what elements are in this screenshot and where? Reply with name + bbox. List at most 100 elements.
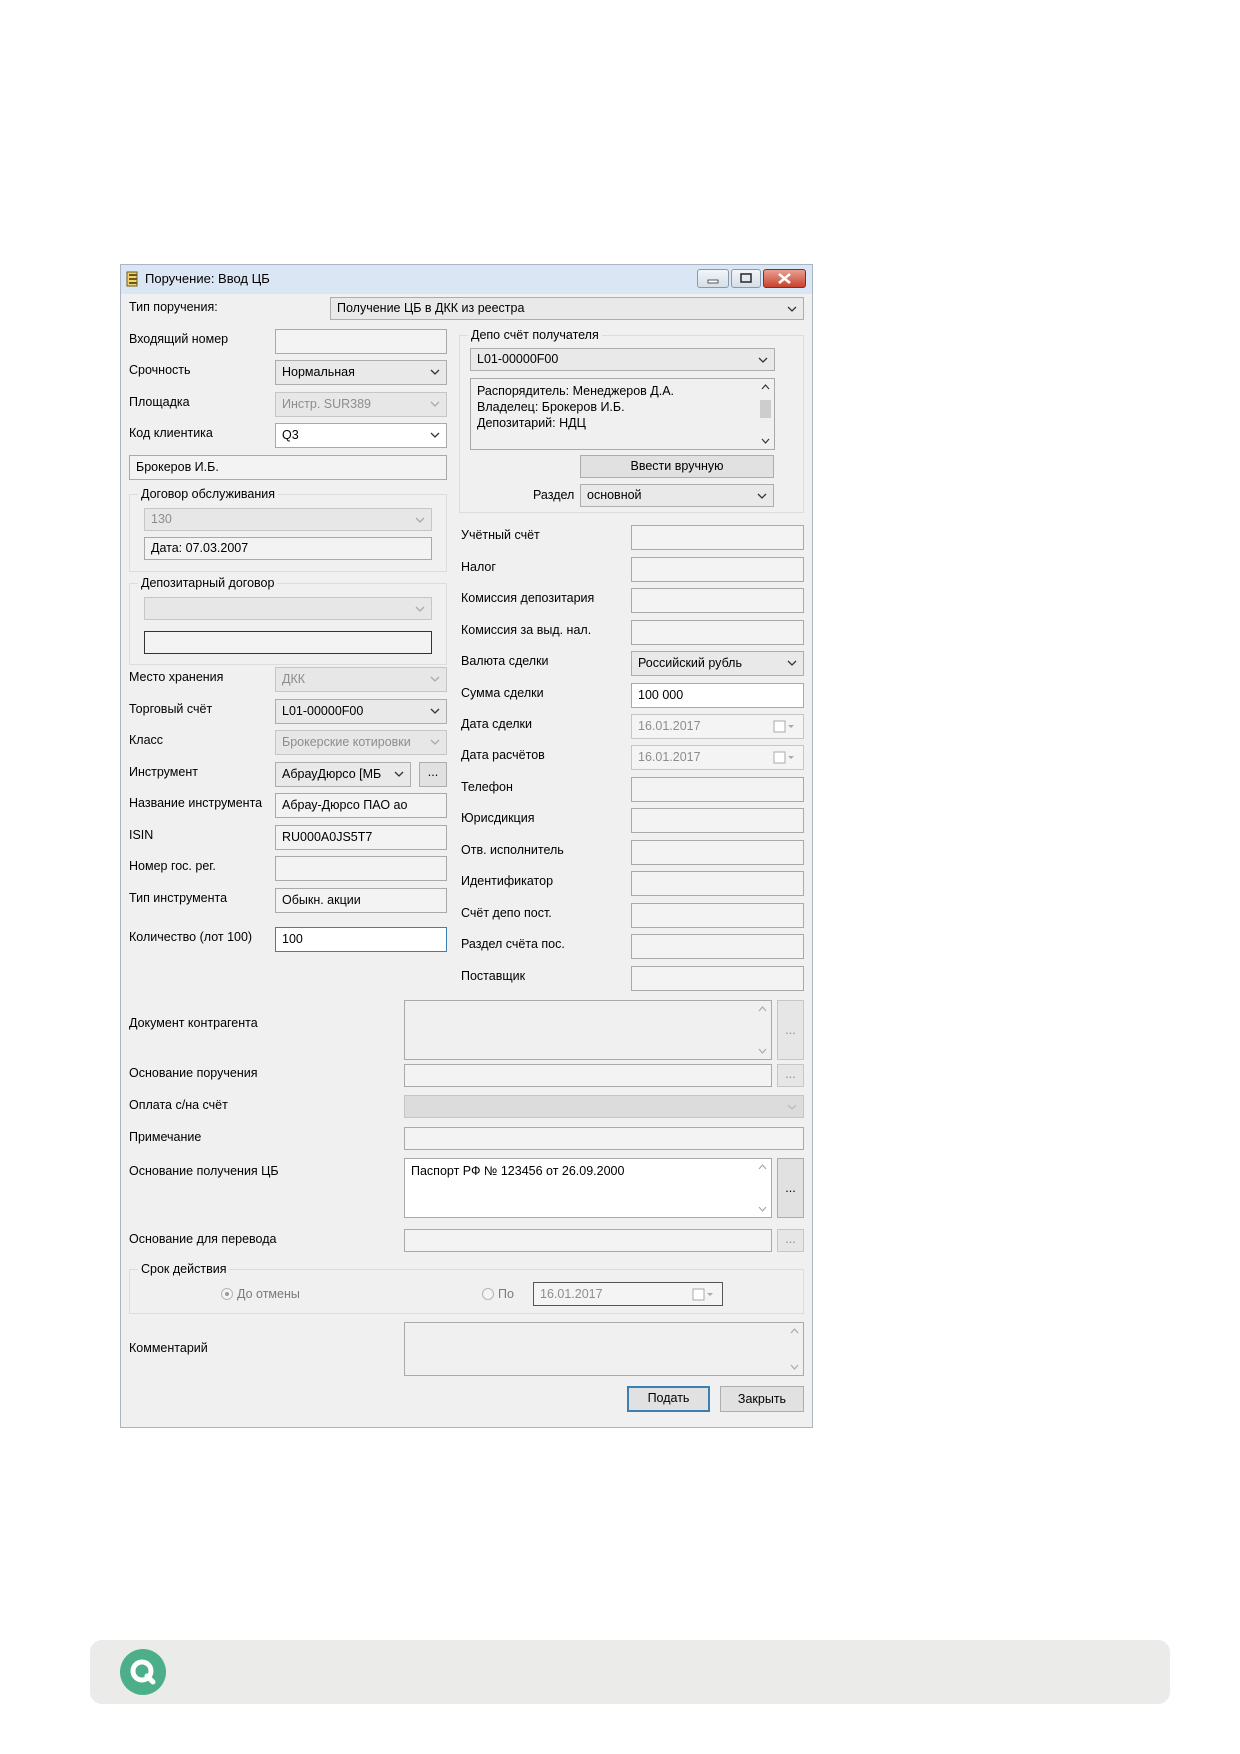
section-value: основной: [587, 488, 642, 502]
instrument-type-field: Обыкн. акции: [275, 888, 447, 913]
instrument-select[interactable]: АбрауДюрсо [МБ: [275, 762, 411, 787]
order-type-select[interactable]: Получение ЦБ в ДКК из реестра: [330, 297, 804, 320]
window-title: Поручение: Ввод ЦБ: [145, 271, 270, 286]
manual-entry-button[interactable]: Ввести вручную: [580, 455, 774, 478]
page-footer: [90, 1640, 1170, 1704]
order-window: Поручение: Ввод ЦБ Тип поручения: Получе…: [120, 264, 813, 1428]
transfer-basis-browse-button[interactable]: ...: [777, 1229, 804, 1252]
comment-label: Комментарий: [129, 1341, 208, 1355]
depo-info-memo[interactable]: Распорядитель: Менеджеров Д.А. Владелец:…: [470, 378, 775, 450]
depository-contract-title: Депозитарный договор: [138, 575, 278, 591]
currency-select[interactable]: Российский рубль: [631, 651, 804, 676]
trading-account-select[interactable]: L01-00000F00: [275, 699, 447, 724]
counterparty-doc-memo[interactable]: [404, 1000, 772, 1060]
accounting-account-field[interactable]: [631, 525, 804, 550]
close-window-button[interactable]: [763, 269, 806, 288]
maximize-button[interactable]: [731, 269, 761, 288]
instrument-value: АбрауДюрсо [МБ: [282, 767, 382, 781]
identifier-field[interactable]: [631, 871, 804, 896]
amount-input[interactable]: 100 000: [631, 683, 804, 708]
receipt-basis-memo[interactable]: Паспорт РФ № 123456 от 26.09.2000: [404, 1158, 772, 1218]
minimize-button[interactable]: [697, 269, 729, 288]
scrollbar[interactable]: [755, 1160, 770, 1216]
urgency-value: Нормальная: [282, 365, 355, 379]
until-date-radio[interactable]: [482, 1288, 494, 1300]
urgency-label: Срочность: [129, 363, 191, 377]
urgency-select[interactable]: Нормальная: [275, 360, 447, 385]
storage-place-label: Место хранения: [129, 670, 224, 684]
recipient-depo-title: Депо счёт получателя: [468, 327, 602, 343]
quantity-input[interactable]: 100: [275, 927, 447, 952]
service-contract-number: 130: [151, 512, 172, 526]
incoming-number-label: Входящий номер: [129, 332, 229, 346]
state-reg-field: [275, 856, 447, 881]
jurisdiction-field[interactable]: [631, 808, 804, 833]
receipt-basis-value: Паспорт РФ № 123456 от 26.09.2000: [411, 1164, 625, 1178]
accounting-account-label: Учётный счёт: [461, 528, 540, 542]
storage-place-value: ДКК: [282, 672, 306, 686]
phone-label: Телефон: [461, 780, 513, 794]
transfer-basis-field[interactable]: [404, 1229, 772, 1252]
chevron-down-icon: [787, 660, 797, 666]
platform-label: Площадка: [129, 395, 190, 409]
close-icon: [778, 272, 791, 285]
scrollbar[interactable]: [755, 1002, 770, 1058]
section-select[interactable]: основной: [580, 484, 774, 507]
depository-contract-info: [144, 631, 432, 654]
transfer-basis-label: Основание для перевода: [129, 1232, 277, 1246]
scrollbar[interactable]: [758, 380, 773, 448]
payment-select: [404, 1095, 804, 1118]
order-basis-browse-button[interactable]: ...: [777, 1064, 804, 1087]
validity-date-value: 16.01.2017: [540, 1287, 603, 1301]
class-value: Брокерские котировки: [282, 735, 411, 749]
validity-title: Срок действия: [138, 1261, 230, 1277]
title-bar[interactable]: Поручение: Ввод ЦБ: [121, 265, 812, 294]
trading-account-value: L01-00000F00: [282, 704, 364, 718]
supplier-label: Поставщик: [461, 969, 526, 983]
note-field[interactable]: [404, 1127, 804, 1150]
close-button[interactable]: Закрыть: [720, 1386, 804, 1412]
client-code-select[interactable]: Q3: [275, 423, 447, 448]
comment-memo[interactable]: [404, 1322, 804, 1376]
fee-tax-field[interactable]: [631, 620, 804, 645]
fee-tax-label: Комиссия за выд. нал.: [461, 623, 592, 637]
depo-account-select[interactable]: L01-00000F00: [470, 348, 775, 371]
supplier-depo-label: Счёт депо пост.: [461, 906, 552, 920]
deal-date-picker: 16.01.2017: [631, 714, 804, 739]
until-cancel-radio[interactable]: [221, 1288, 233, 1300]
supplier-field[interactable]: [631, 966, 804, 991]
chevron-down-icon: [415, 517, 425, 523]
scrollbar[interactable]: [787, 1324, 802, 1374]
counterparty-doc-browse-button[interactable]: ...: [777, 1000, 804, 1060]
counterparty-doc-label: Документ контрагента: [129, 1016, 258, 1030]
executor-field[interactable]: [631, 840, 804, 865]
chevron-down-icon: [430, 401, 440, 407]
incoming-number-input[interactable]: [275, 329, 447, 354]
executor-label: Отв. исполнитель: [461, 843, 564, 857]
depo-account-value: L01-00000F00: [477, 352, 559, 366]
until-cancel-label: До отмены: [237, 1287, 300, 1301]
chevron-down-icon: [787, 1104, 797, 1110]
client-name-field: Брокеров И.Б.: [129, 455, 447, 480]
chevron-down-icon: [757, 493, 767, 499]
chevron-down-icon: [787, 306, 797, 312]
platform-value: Инстр. SUR389: [282, 397, 372, 411]
order-basis-field[interactable]: [404, 1064, 772, 1087]
jurisdiction-label: Юрисдикция: [461, 811, 535, 825]
tax-label: Налог: [461, 560, 496, 574]
order-basis-label: Основание поручения: [129, 1066, 258, 1080]
depo-info-line: Распорядитель: Менеджеров Д.А.: [477, 384, 675, 398]
depository-fee-label: Комиссия депозитария: [461, 591, 595, 605]
supplier-section-field[interactable]: [631, 934, 804, 959]
receipt-basis-browse-button[interactable]: ...: [777, 1158, 804, 1218]
submit-button[interactable]: Подать: [627, 1386, 710, 1412]
receipt-basis-label: Основание получения ЦБ: [129, 1164, 279, 1178]
tax-field[interactable]: [631, 557, 804, 582]
depository-contract-group: Депозитарный договор: [129, 575, 447, 665]
instrument-browse-button[interactable]: ...: [419, 762, 447, 787]
depository-fee-field[interactable]: [631, 588, 804, 613]
supplier-depo-field[interactable]: [631, 903, 804, 928]
until-date-label: По: [498, 1287, 514, 1301]
instrument-type-label: Тип инструмента: [129, 891, 228, 905]
phone-field[interactable]: [631, 777, 804, 802]
